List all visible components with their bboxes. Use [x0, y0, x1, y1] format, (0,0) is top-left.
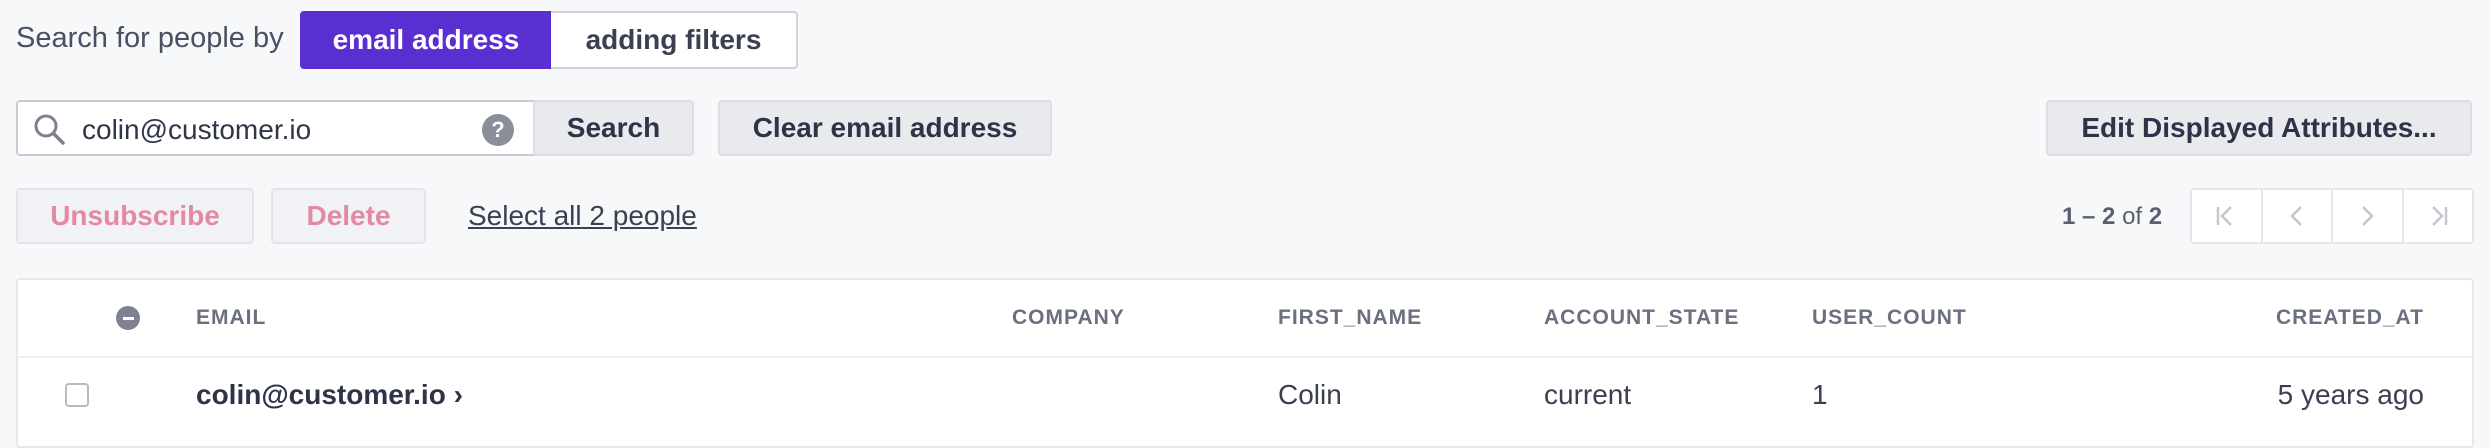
email-search-field[interactable]: colin@customer.io ? — [16, 100, 535, 156]
row-created-at: 5 years ago — [2277, 379, 2424, 410]
row-email-link[interactable]: colin@customer.io › — [196, 379, 463, 411]
last-page-icon — [2431, 206, 2447, 226]
previous-page-icon — [2289, 206, 2302, 226]
first-page-icon — [2217, 206, 2233, 226]
first-page-button[interactable] — [2192, 190, 2263, 242]
column-header-first-name[interactable]: FIRST_NAME — [1278, 306, 1422, 330]
search-button[interactable]: Search — [533, 100, 694, 156]
unsubscribe-button[interactable]: Unsubscribe — [16, 188, 254, 244]
search-mode-label: Search for people by — [16, 22, 284, 54]
select-all-link[interactable]: Select all 2 people — [468, 200, 697, 232]
row-account-state: current — [1544, 379, 1632, 410]
column-header-company[interactable]: COMPANY — [1012, 306, 1125, 330]
pagination-total: 2 — [2148, 203, 2163, 230]
row-checkbox[interactable] — [65, 383, 89, 407]
column-header-account-state[interactable]: ACCOUNT_STATE — [1544, 306, 1739, 330]
pagination-range: 1 – 2 — [2062, 203, 2116, 230]
pagination-summary: 1 – 2 of 2 — [2062, 203, 2162, 231]
email-search-value[interactable]: colin@customer.io — [82, 114, 311, 146]
search-icon — [34, 114, 65, 145]
column-header-email[interactable]: EMAIL — [196, 306, 266, 330]
last-page-button[interactable] — [2404, 190, 2473, 242]
column-header-created-at[interactable]: CREATED_AT — [2276, 306, 2424, 330]
search-by-filters-toggle[interactable]: adding filters — [551, 11, 798, 69]
header-divider — [18, 356, 2472, 358]
people-table: EMAIL COMPANY FIRST_NAME ACCOUNT_STATE U… — [16, 278, 2474, 448]
next-page-icon — [2362, 206, 2375, 226]
row-user-count: 1 — [1812, 379, 1828, 410]
search-by-email-toggle[interactable]: email address — [300, 11, 552, 69]
delete-button[interactable]: Delete — [271, 188, 426, 244]
edit-displayed-attributes-button[interactable]: Edit Displayed Attributes... — [2046, 100, 2472, 156]
question-icon[interactable]: ? — [482, 114, 514, 146]
next-page-button[interactable] — [2333, 190, 2404, 242]
pagination-controls — [2190, 188, 2474, 244]
previous-page-button[interactable] — [2263, 190, 2333, 242]
column-header-user-count[interactable]: USER_COUNT — [1812, 306, 1967, 330]
clear-email-button[interactable]: Clear email address — [718, 100, 1052, 156]
deselect-all-icon[interactable] — [116, 306, 140, 330]
pagination-of: of — [2122, 203, 2143, 230]
row-first-name: Colin — [1278, 379, 1342, 410]
